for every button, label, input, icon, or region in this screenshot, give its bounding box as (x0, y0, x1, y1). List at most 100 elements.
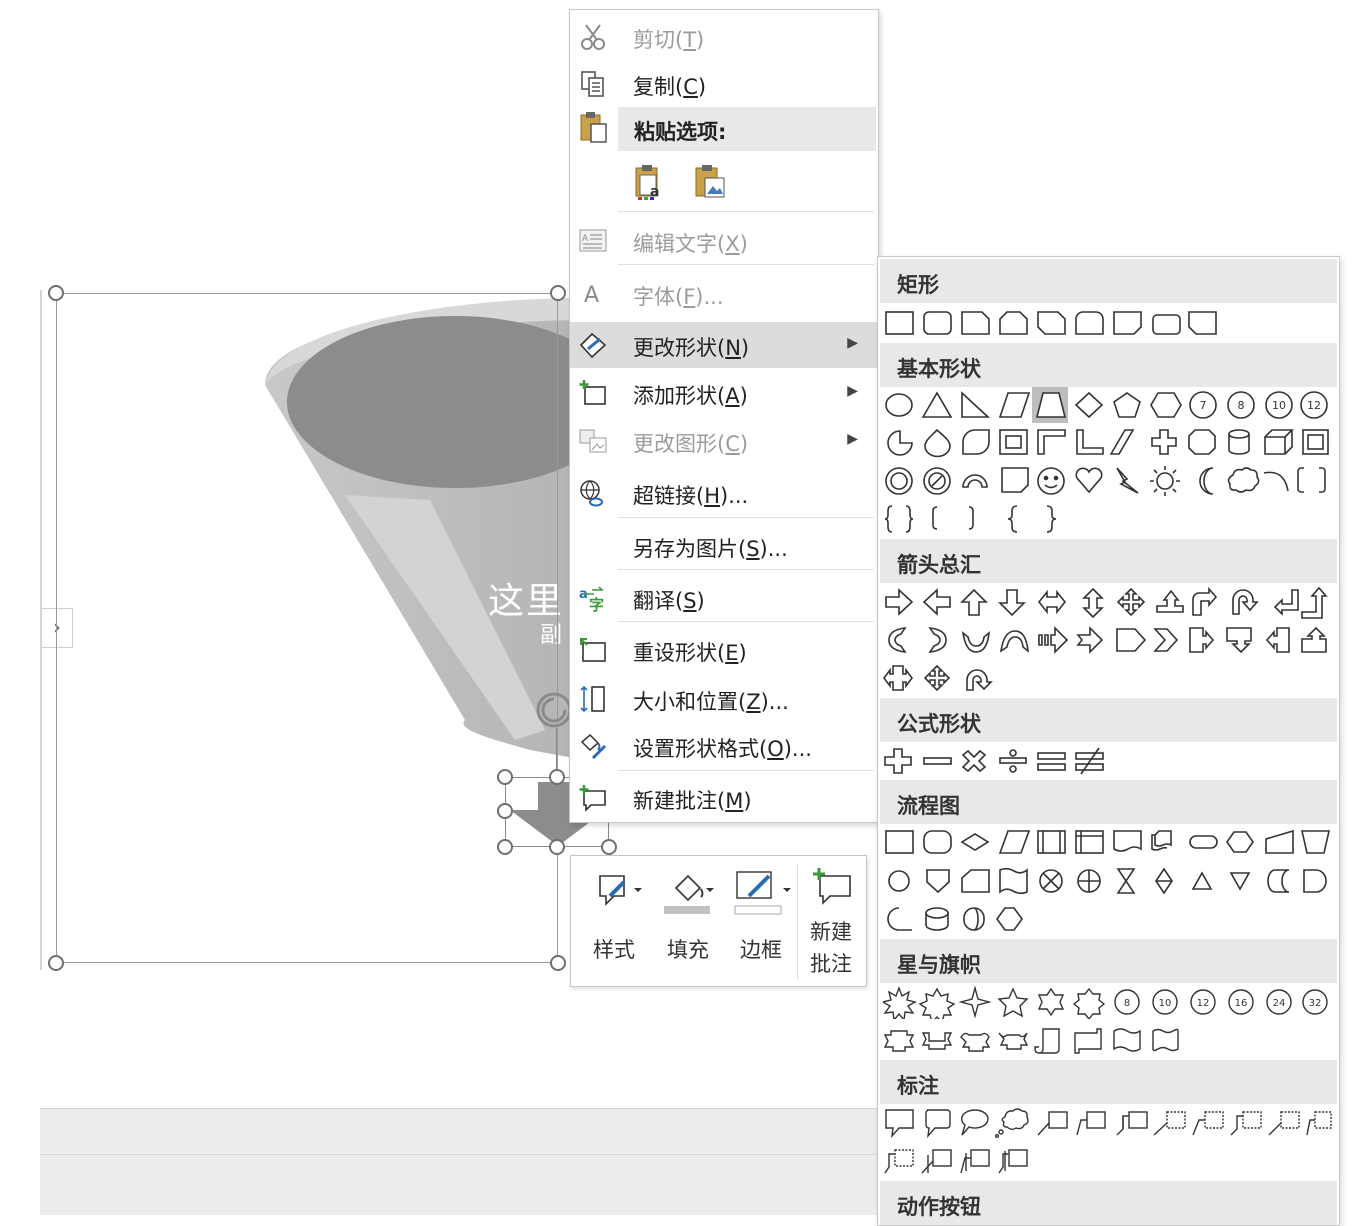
shape-row-basic-3[interactable] (883, 463, 1335, 497)
submenu-arrow-icon: ▶ (847, 431, 858, 447)
shape-outline-button[interactable]: 边框 (729, 866, 793, 978)
menu-item-format-shape[interactable]: 设置形状格式(O)... (570, 723, 878, 769)
menu-label-size-position: 大小和位置(Z)... (633, 690, 789, 714)
svg-text:8: 8 (1238, 399, 1245, 412)
font-icon: A (584, 283, 599, 308)
new-comment-icon (579, 785, 606, 812)
category-callouts: 标注 (880, 1060, 1337, 1104)
menu-label-copy: 复制(C) (633, 75, 707, 99)
shape-style-label: 样式 (593, 938, 635, 962)
menu-item-new-comment[interactable]: 新建批注(M) (570, 775, 878, 821)
scissors-icon (581, 24, 605, 50)
resize-handle-bottom-right[interactable] (550, 955, 566, 971)
menu-item-reset-shape[interactable]: 重设形状(E) (570, 627, 878, 673)
paste-keep-text-icon[interactable]: a (633, 163, 667, 201)
shape-row-basic-1[interactable]: 7 8 10 12 (883, 387, 1335, 423)
resize-handle-top-left[interactable] (48, 285, 64, 301)
category-stars-banners: 星与旗帜 (880, 939, 1337, 983)
menu-item-cut[interactable]: 剪切(T) (570, 14, 878, 60)
new-comment-label-line2: 批注 (810, 952, 852, 976)
menu-label-new-comment: 新建批注(M) (633, 789, 752, 813)
svg-text:32: 32 (1309, 998, 1322, 1009)
shape-row-arrows-3[interactable] (883, 661, 1013, 695)
shape-row-flowchart-2[interactable] (883, 864, 1335, 898)
shape-row-equation[interactable] (883, 744, 1123, 778)
reset-shape-icon (580, 638, 606, 662)
change-shape-gallery: 矩形 基本形状 7 8 10 12 箭头总汇 公式形状 流程图 星与旗帜 8 1… (877, 256, 1340, 1226)
shape-row-flowchart-3[interactable] (883, 902, 1033, 936)
shape-row-callouts-2[interactable] (883, 1143, 1043, 1177)
arrow-handle-left[interactable] (497, 803, 513, 819)
mini-toolbar: 样式 填充 边框 新建 批注 (570, 855, 867, 987)
menu-label-save-as-picture: 另存为图片(S)... (633, 537, 788, 561)
shape-row-arrows-1[interactable] (883, 585, 1335, 619)
pen-outline-icon (734, 871, 791, 915)
resize-handle-top-right[interactable] (550, 285, 566, 301)
menu-item-edit-text[interactable]: A 编辑文字(X) (570, 218, 878, 264)
shape-fill-button[interactable]: 填充 (657, 866, 719, 978)
category-block-arrows: 箭头总汇 (880, 539, 1337, 583)
shape-row-callouts-1[interactable] (883, 1105, 1335, 1139)
new-comment-toolbar-button[interactable]: 新建 批注 (801, 866, 861, 978)
shape-row-rectangles[interactable] (883, 307, 1223, 341)
menu-item-add-shape[interactable]: 添加形状(A) ▶ (570, 370, 878, 416)
menu-label-change-graphic: 更改图形(C) (633, 432, 749, 456)
menu-item-hyperlink[interactable]: 超链接(H)... (570, 470, 878, 516)
menu-separator (618, 211, 874, 212)
rotate-handle-icon[interactable] (534, 690, 574, 730)
shape-row-arrows-2[interactable] (883, 623, 1335, 657)
menu-label-translate: 翻译(S) (633, 589, 705, 613)
paste-picture-icon[interactable] (693, 163, 727, 201)
category-label: 动作按钮 (897, 1195, 981, 1219)
menu-separator (618, 264, 874, 265)
change-graphic-icon (579, 429, 607, 453)
shape-row-basic-4[interactable] (883, 501, 1063, 535)
shape-row-basic-2[interactable] (883, 425, 1335, 459)
arrow-handle-bottom-left[interactable] (497, 839, 513, 855)
arrow-handle-bottom-right[interactable] (601, 839, 617, 855)
shape-style-button[interactable]: 样式 (583, 866, 645, 978)
svg-text:7: 7 (1200, 399, 1207, 412)
menu-label-reset-shape: 重设形状(E) (633, 641, 747, 665)
menu-label-edit-text: 编辑文字(X) (633, 232, 748, 256)
menu-item-size-position[interactable]: 大小和位置(Z)... (570, 676, 878, 722)
copy-icon (581, 71, 604, 97)
paste-icon (580, 112, 607, 143)
svg-text:16: 16 (1235, 998, 1248, 1009)
resize-handle-bottom-left[interactable] (48, 955, 64, 971)
menu-item-save-as-picture[interactable]: 另存为图片(S)... (570, 523, 878, 569)
category-label: 公式形状 (897, 712, 981, 736)
category-rectangles: 矩形 (880, 259, 1337, 303)
menu-item-copy[interactable]: 复制(C) (570, 61, 878, 107)
menu-label-format-shape: 设置形状格式(O)... (633, 737, 812, 761)
svg-text:12: 12 (1307, 399, 1321, 412)
menu-item-change-shape[interactable]: 更改形状(N) ▶ (570, 322, 878, 368)
selection-frame (56, 293, 558, 963)
menu-label-change-shape: 更改形状(N) (633, 336, 750, 360)
arrow-handle-top[interactable] (549, 769, 565, 785)
submenu-arrow-icon: ▶ (847, 335, 858, 351)
category-label: 标注 (897, 1074, 939, 1098)
paste-options-header: 粘贴选项: (618, 107, 876, 151)
shape-row-stars-1[interactable]: 8 10 12 16 24 32 (883, 985, 1335, 1019)
menu-item-translate[interactable]: a 字 翻译(S) (570, 575, 878, 621)
translate-icon: a 字 (579, 586, 604, 612)
arrow-handle-bottom[interactable] (549, 839, 565, 855)
shape-row-banners[interactable] (883, 1023, 1203, 1057)
category-label: 流程图 (897, 794, 960, 818)
shape-style-icon (599, 875, 642, 906)
menu-item-font[interactable]: A 字体(F)... (570, 271, 878, 317)
menu-separator (618, 517, 874, 518)
context-menu: 剪切(T) 复制(C) 粘贴选项: a A 编辑文字(X) A 字体(F)...… (569, 9, 879, 823)
shape-outline-label: 边框 (740, 938, 782, 962)
category-label: 星与旗帜 (897, 953, 981, 977)
menu-item-change-graphic[interactable]: 更改图形(C) ▶ (570, 418, 878, 464)
shape-row-flowchart-1[interactable] (883, 825, 1335, 859)
new-comment-label-line1: 新建 (810, 920, 852, 944)
notes-pane[interactable] (40, 1154, 880, 1215)
arrow-handle-top-left[interactable] (497, 769, 513, 785)
category-label: 箭头总汇 (897, 553, 981, 577)
menu-separator (618, 569, 874, 570)
paint-bucket-icon (664, 874, 714, 914)
svg-text:10: 10 (1272, 399, 1286, 412)
